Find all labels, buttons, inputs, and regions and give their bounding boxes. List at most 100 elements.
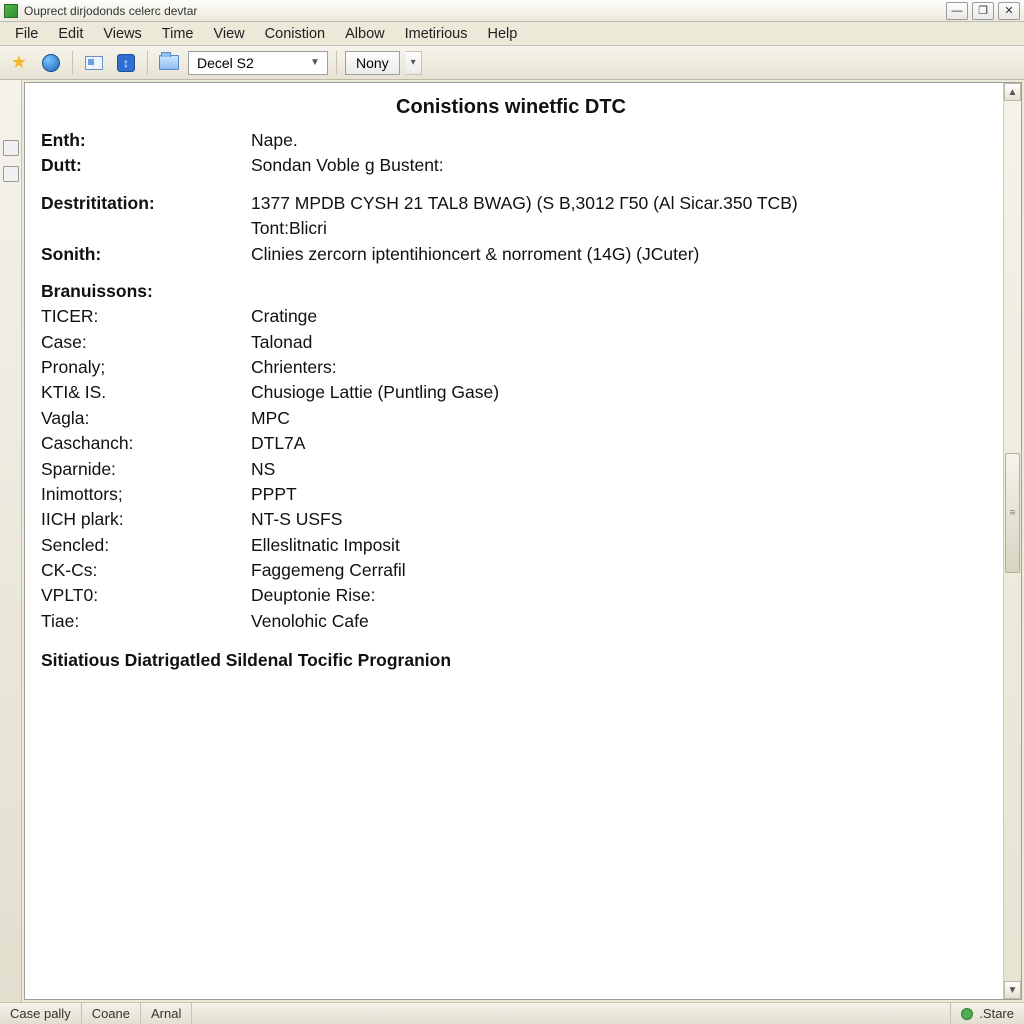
rail-button-2[interactable] [3, 166, 19, 182]
branuissons-row: IICH plark:NT-S USFS [41, 507, 981, 532]
branuissons-row: VPLT0:Deuptonie Rise: [41, 583, 981, 608]
branuissons-row: Tiae:Venolohic Cafe [41, 609, 981, 634]
field-label: KTI& IS. [41, 380, 251, 405]
field-value: Talonad [251, 330, 981, 355]
status-bar: Case pally Coane Arnal .Stare [0, 1002, 1024, 1024]
info-row: Sonith: Clinies zercorn iptentihioncert … [41, 242, 981, 267]
swap-icon [117, 54, 135, 72]
field-value: Chusioge Lattie (Puntling Gase) [251, 380, 981, 405]
swap-button[interactable] [113, 50, 139, 76]
field-label [41, 216, 251, 241]
status-start-label: .Stare [979, 1006, 1014, 1021]
status-cell-1: Case pally [0, 1003, 82, 1024]
field-value: Cratinge [251, 304, 981, 329]
favorites-button[interactable]: ★ [6, 50, 32, 76]
star-icon: ★ [11, 52, 27, 73]
toolbar-separator [336, 51, 337, 75]
field-label: Enth: [41, 128, 251, 153]
document-title: Conistions winetfic DTC [41, 93, 981, 122]
menu-views[interactable]: Views [94, 24, 150, 44]
menu-edit[interactable]: Edit [49, 24, 92, 44]
status-cell-3: Arnal [141, 1003, 192, 1024]
field-value: Venolohic Cafe [251, 609, 981, 634]
toolbar-separator [72, 51, 73, 75]
toolbar-separator [147, 51, 148, 75]
menu-time[interactable]: Time [153, 24, 203, 44]
scroll-down-button[interactable]: ▼ [1004, 981, 1021, 999]
branuissons-row: Sencled:Elleslitnatic Imposit [41, 533, 981, 558]
branuissons-row: Pronaly;Chrienters: [41, 355, 981, 380]
menu-albow[interactable]: Albow [336, 24, 394, 44]
chevron-down-icon: ▼ [307, 57, 323, 68]
panel-button[interactable] [81, 50, 107, 76]
field-value: MPC [251, 406, 981, 431]
field-label: Inimottors; [41, 482, 251, 507]
app-icon [4, 4, 18, 18]
globe-button[interactable] [38, 50, 64, 76]
branuissons-row: Caschanch:DTL7A [41, 431, 981, 456]
field-value: PPPT [251, 482, 981, 507]
branuissons-row: Case:Talonad [41, 330, 981, 355]
title-bar: Ouprect dirjodonds celerc devtar — ❐ ✕ [0, 0, 1024, 22]
status-start[interactable]: .Stare [951, 1006, 1024, 1021]
menu-bar: File Edit Views Time View Conistion Albo… [0, 22, 1024, 46]
field-value: NS [251, 457, 981, 482]
scroll-thumb[interactable] [1005, 453, 1020, 573]
scroll-up-button[interactable]: ▲ [1004, 83, 1021, 101]
menu-file[interactable]: File [6, 24, 47, 44]
folder-icon [159, 55, 179, 70]
field-value: Elleslitnatic Imposit [251, 533, 981, 558]
field-label: Vagla: [41, 406, 251, 431]
field-label: Sparnide: [41, 457, 251, 482]
nony-dropdown[interactable]: ▾ [406, 51, 422, 75]
mode-combo-value: Decel S2 [197, 55, 254, 71]
field-label: Tiae: [41, 609, 251, 634]
open-folder-button[interactable] [156, 50, 182, 76]
panel-icon [85, 56, 103, 70]
field-value: Chrienters: [251, 355, 981, 380]
mode-combo[interactable]: Decel S2 ▼ [188, 51, 328, 75]
field-value: 1377 MPDB CYSH 21 TAL8 BWAG) (S B,3012 Г… [251, 191, 981, 216]
menu-view[interactable]: View [204, 24, 253, 44]
branuissons-row: Vagla:MPC [41, 406, 981, 431]
header-row: Enth: Nape. [41, 128, 981, 153]
maximize-button[interactable]: ❐ [972, 2, 994, 20]
status-indicator-icon [961, 1008, 973, 1020]
minimize-button[interactable]: — [946, 2, 968, 20]
menu-imetirious[interactable]: Imetirious [396, 24, 477, 44]
branuissons-row: TICER:Cratinge [41, 304, 981, 329]
document-frame: Conistions winetfic DTC Enth: Nape. Dutt… [24, 82, 1022, 1000]
field-label: Caschanch: [41, 431, 251, 456]
header-row: Dutt: Sondan Voble g Bustent: [41, 153, 981, 178]
left-rail [0, 80, 22, 1002]
branuissons-row: Sparnide:NS [41, 457, 981, 482]
vertical-scrollbar: ▲ ▼ [1003, 83, 1021, 999]
field-label: Sonith: [41, 242, 251, 267]
nony-button[interactable]: Nony [345, 51, 400, 75]
field-value: DTL7A [251, 431, 981, 456]
field-label: VPLT0: [41, 583, 251, 608]
rail-button-1[interactable] [3, 140, 19, 156]
work-area: Conistions winetfic DTC Enth: Nape. Dutt… [0, 80, 1024, 1002]
globe-icon [42, 54, 60, 72]
document-content: Conistions winetfic DTC Enth: Nape. Dutt… [25, 83, 1003, 999]
branuissons-row: CK-Cs:Faggemeng Cerrafil [41, 558, 981, 583]
field-value: Deuptonie Rise: [251, 583, 981, 608]
field-label: Pronaly; [41, 355, 251, 380]
field-value: Tont:Blicri [251, 216, 981, 241]
info-row: Tont:Blicri [41, 216, 981, 241]
section-header-row: Branuissons: [41, 279, 981, 304]
close-button[interactable]: ✕ [998, 2, 1020, 20]
branuissons-row: Inimottors;PPPT [41, 482, 981, 507]
menu-conistion[interactable]: Conistion [256, 24, 334, 44]
status-spacer [192, 1003, 951, 1024]
toolbar: ★ Decel S2 ▼ Nony ▾ [0, 46, 1024, 80]
menu-help[interactable]: Help [478, 24, 526, 44]
window-title: Ouprect dirjodonds celerc devtar [24, 4, 946, 18]
field-label: Destrititation: [41, 191, 251, 216]
field-value: Clinies zercorn iptentihioncert & norrom… [251, 242, 981, 267]
scroll-track[interactable] [1004, 101, 1021, 981]
field-label: Sencled: [41, 533, 251, 558]
field-label: Case: [41, 330, 251, 355]
field-value: NT-S USFS [251, 507, 981, 532]
